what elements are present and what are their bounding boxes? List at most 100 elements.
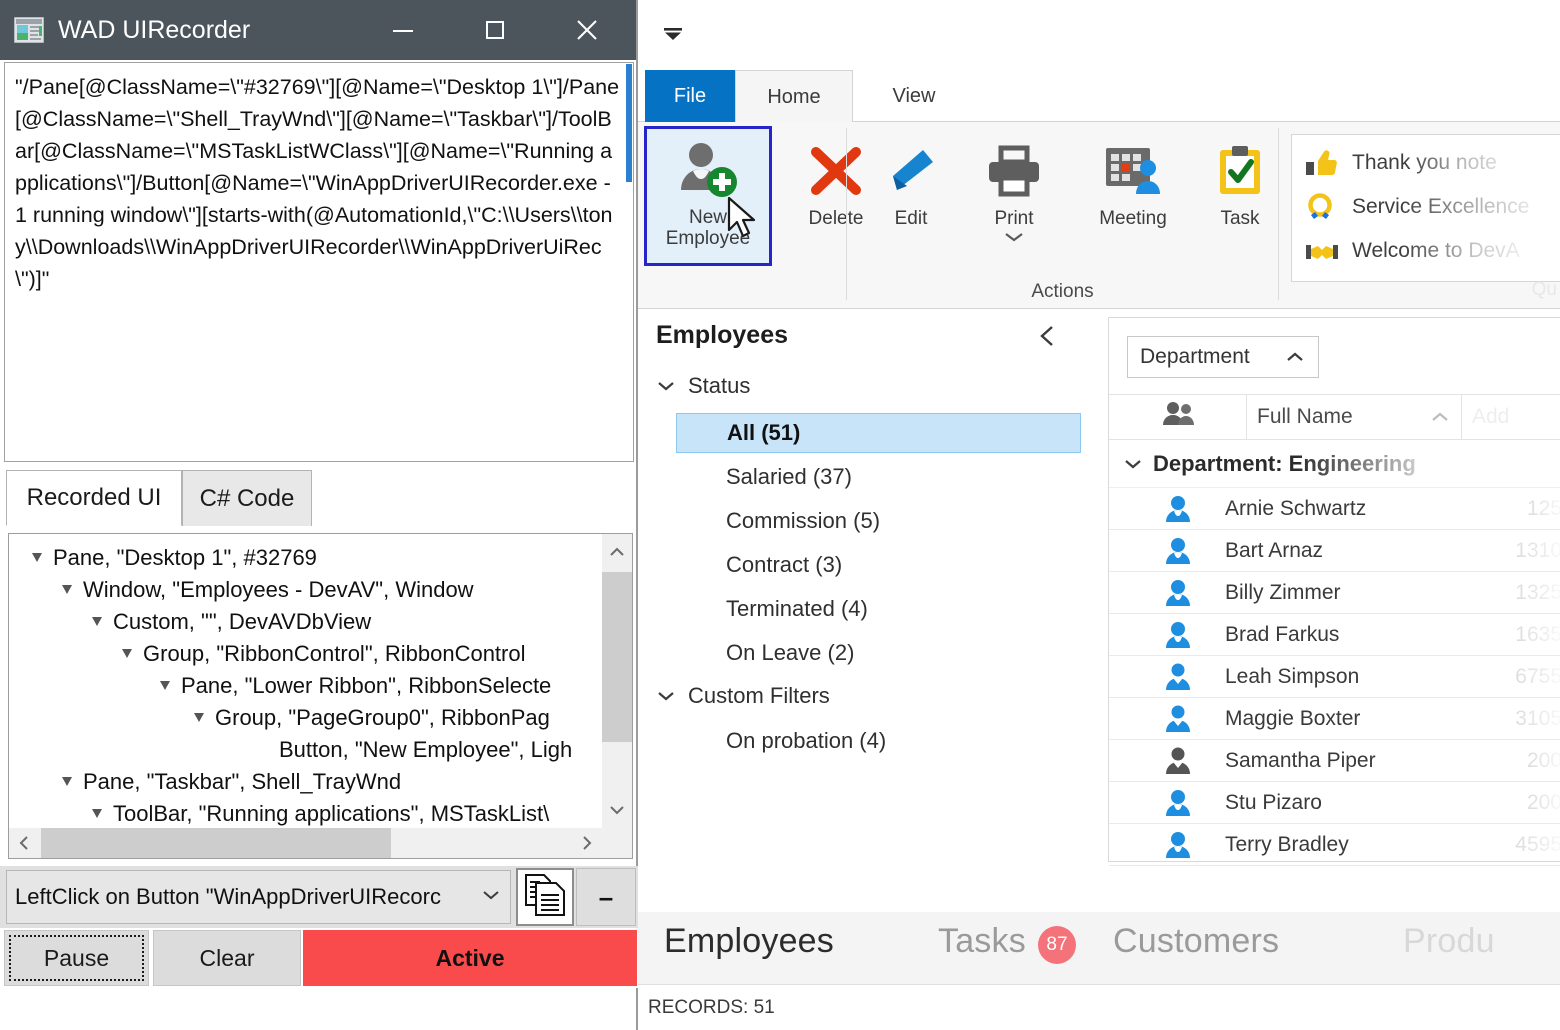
thumbs-up-icon	[1306, 149, 1340, 177]
pause-button[interactable]: Pause	[4, 930, 149, 986]
table-row[interactable]: Bart Arnaz 1310	[1109, 530, 1560, 572]
tree-node[interactable]: Window, "Employees - DevAV", Window	[57, 574, 474, 606]
chevron-down-icon	[656, 690, 678, 702]
tree-node[interactable]: ToolBar, "Running applications", MSTaskL…	[87, 798, 549, 830]
filter-group-status[interactable]: Status	[656, 373, 750, 399]
table-row[interactable]: Brad Farkus 1635	[1109, 614, 1560, 656]
clear-button[interactable]: Clear	[153, 930, 301, 986]
expander-icon[interactable]	[155, 678, 175, 694]
scrollbar-thumb[interactable]	[602, 572, 632, 742]
sort-ascending-icon[interactable]	[1284, 345, 1306, 369]
nav-tab-products[interactable]: Produ	[1403, 922, 1495, 961]
table-row[interactable]: Samantha Piper 200	[1109, 740, 1560, 782]
nav-tab-tasks[interactable]: Tasks	[938, 922, 1026, 961]
nav-tab-customers[interactable]: Customers	[1113, 922, 1279, 961]
tree-node[interactable]: Pane, "Desktop 1", #32769	[27, 542, 317, 574]
employee-name: Samantha Piper	[1225, 748, 1376, 772]
scroll-right-icon[interactable]	[572, 828, 602, 858]
tree-node[interactable]: Group, "RibbonControl", RibbonControl	[117, 638, 526, 670]
quick-access-toolbar	[638, 0, 1560, 62]
chevron-down-icon[interactable]	[1123, 458, 1153, 470]
tree-node[interactable]: Pane, "Lower Ribbon", RibbonSelecte	[155, 670, 551, 702]
chevron-down-icon	[656, 380, 678, 392]
filter-item-on-probation[interactable]: On probation (4)	[676, 721, 1081, 761]
tree-node[interactable]: Button, "New Employee", Ligh	[279, 734, 572, 766]
ribbon-tab-file[interactable]: File	[645, 70, 735, 123]
group-by-department-box[interactable]: Department	[1127, 336, 1319, 378]
grid-group-label: Department: Engineering	[1153, 450, 1416, 476]
filter-item-salaried[interactable]: Salaried (37)	[676, 457, 1081, 497]
tree-node-label: Pane, "Desktop 1", #32769	[53, 545, 317, 570]
tab-csharp-code[interactable]: C# Code	[182, 470, 312, 526]
table-row[interactable]: Leah Simpson 6755	[1109, 656, 1560, 698]
ribbon-tab-view[interactable]: View	[866, 70, 962, 122]
tab-recorded-ui[interactable]: Recorded UI	[6, 470, 182, 526]
expander-icon[interactable]	[27, 550, 47, 566]
chevron-left-icon[interactable]	[1036, 323, 1060, 347]
tree-horizontal-scrollbar[interactable]	[9, 828, 632, 858]
scroll-down-icon[interactable]	[602, 792, 632, 828]
tree-vertical-scrollbar[interactable]	[602, 534, 632, 828]
sort-ascending-icon[interactable]	[1429, 405, 1451, 429]
ribbon-options-caret-icon[interactable]	[662, 26, 684, 42]
filter-item-contract[interactable]: Contract (3)	[676, 545, 1081, 585]
meeting-button[interactable]: Meeting	[1067, 130, 1199, 260]
table-row[interactable]: Billy Zimmer 1325	[1109, 572, 1560, 614]
edit-button[interactable]: Edit	[861, 130, 961, 260]
copy-button[interactable]	[516, 868, 574, 926]
grid-group-row-engineering[interactable]: Department: Engineering	[1109, 440, 1560, 488]
print-button[interactable]: Print	[959, 130, 1069, 280]
tree-node[interactable]: Custom, "", DevAVDbView	[87, 606, 371, 638]
filter-group-custom-filters[interactable]: Custom Filters	[656, 683, 830, 709]
new-employee-button[interactable]: New Employee	[644, 126, 772, 266]
employee-number: 1635	[1515, 622, 1560, 646]
chevron-down-icon[interactable]	[1003, 231, 1025, 246]
expander-icon[interactable]	[87, 614, 107, 630]
filter-item-commission[interactable]: Commission (5)	[676, 501, 1081, 541]
expander-icon[interactable]	[57, 774, 77, 790]
tree-node[interactable]: Pane, "Taskbar", Shell_TrayWnd	[57, 766, 401, 798]
active-status-button[interactable]: Active	[303, 930, 637, 986]
filter-item-label: On Leave (2)	[726, 640, 855, 665]
expander-icon[interactable]	[87, 806, 107, 822]
scrollbar-thumb[interactable]	[41, 828, 391, 858]
expander-icon[interactable]	[117, 646, 137, 662]
minimize-icon[interactable]	[372, 0, 434, 60]
task-button[interactable]: Task	[1195, 130, 1285, 260]
column-header-avatar[interactable]	[1109, 395, 1247, 439]
filter-item-all[interactable]: All (51)	[676, 413, 1081, 453]
minimize-recorder-button[interactable]: –	[576, 868, 636, 926]
ribbon-tab-home[interactable]: Home	[735, 70, 853, 123]
expander-icon[interactable]	[57, 582, 77, 598]
scroll-up-icon[interactable]	[602, 534, 632, 570]
template-gallery[interactable]: Thank you note Service Excellence Welcom…	[1291, 134, 1560, 282]
gallery-item-thank-you-note[interactable]: Thank you note	[1306, 141, 1560, 185]
filter-item-terminated[interactable]: Terminated (4)	[676, 589, 1081, 629]
table-row[interactable]: Terry Bradley 4595	[1109, 824, 1560, 866]
tree-node[interactable]: Group, "PageGroup0", RibbonPag	[189, 702, 550, 734]
gallery-item-service-excellence[interactable]: Service Excellence	[1306, 185, 1560, 229]
recorded-action-combobox[interactable]: LeftClick on Button "WinAppDriverUIRecor…	[6, 870, 511, 924]
expander-icon[interactable]	[189, 710, 209, 726]
gallery-item-label: Welcome to DevA	[1352, 239, 1520, 262]
table-row[interactable]: Arnie Schwartz 125	[1109, 488, 1560, 530]
person-female-icon	[1157, 747, 1199, 775]
maximize-icon[interactable]	[464, 0, 526, 60]
close-icon[interactable]	[556, 0, 618, 60]
xpath-textbox[interactable]: "/Pane[@ClassName=\"#32769\"][@Name=\"De…	[4, 62, 634, 462]
gallery-item-welcome[interactable]: Welcome to DevA	[1306, 229, 1560, 273]
recorded-ui-tree[interactable]: Pane, "Desktop 1", #32769 Window, "Emplo…	[8, 533, 633, 859]
employee-number: 3105	[1515, 706, 1560, 730]
column-header-full-name[interactable]: Full Name	[1247, 395, 1462, 439]
scroll-left-icon[interactable]	[9, 828, 39, 858]
table-row[interactable]: Maggie Boxter 3105	[1109, 698, 1560, 740]
column-header-address[interactable]: Add	[1462, 395, 1560, 439]
nav-tab-employees[interactable]: Employees	[664, 922, 834, 961]
filter-item-on-leave[interactable]: On Leave (2)	[676, 633, 1081, 673]
xpath-scrollbar[interactable]	[626, 64, 632, 460]
table-row[interactable]: Stu Pizaro 200	[1109, 782, 1560, 824]
chevron-down-icon[interactable]	[480, 888, 502, 907]
ribbon-tabstrip: File Home View	[638, 62, 1560, 123]
ribbon-group-caption: Actions	[1031, 281, 1094, 302]
tree-node-label: ToolBar, "Running applications", MSTaskL…	[113, 801, 550, 826]
